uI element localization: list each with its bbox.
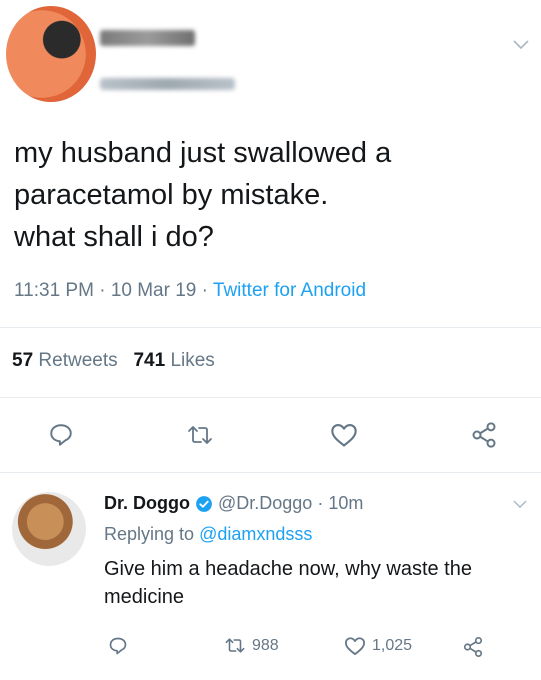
likes-count: 741: [133, 350, 166, 371]
chevron-down-icon[interactable]: [513, 500, 527, 509]
meta-separator: ·: [201, 280, 208, 301]
replying-to: Replying to @diamxndsss: [104, 524, 312, 545]
divider: [0, 327, 541, 328]
retweets-label: Retweets: [38, 350, 118, 371]
reply-retweet-button[interactable]: 988: [224, 636, 279, 655]
share-icon: [463, 637, 483, 657]
retweets-count: 57: [12, 350, 34, 371]
reply-retweet-count: 988: [252, 636, 279, 654]
divider: [0, 397, 541, 398]
reply-share-button[interactable]: [462, 636, 484, 658]
like-button[interactable]: [330, 422, 358, 448]
like-icon: [344, 637, 365, 656]
handle-redacted: [100, 78, 235, 90]
tweet-stats: 57 Retweets 741 Likes: [12, 350, 215, 372]
reply-reply-button[interactable]: [108, 636, 128, 656]
likes-stat[interactable]: 741 Likes: [133, 350, 214, 371]
retweet-button[interactable]: [186, 422, 214, 448]
likes-label: Likes: [170, 350, 215, 371]
chevron-down-icon[interactable]: [513, 40, 529, 50]
tweet-text-line: what shall i do?: [14, 221, 214, 253]
reply-like-button[interactable]: 1,025: [344, 636, 412, 656]
retweet-icon: [225, 638, 245, 653]
tweet-text-line: my husband just swallowed a: [14, 137, 392, 169]
reply-text: Give him a headache now, why waste the m…: [104, 558, 472, 608]
retweet-icon: [188, 426, 212, 444]
share-icon: [472, 422, 496, 448]
retweets-stat[interactable]: 57 Retweets: [12, 350, 118, 371]
tweet-text-line: paracetamol by mistake.: [14, 179, 329, 211]
tweet-time[interactable]: 11:31 PM: [14, 280, 94, 301]
tweet-text: my husband just swallowed a paracetamol …: [14, 132, 514, 258]
verified-badge-icon: [196, 495, 212, 512]
reply-display-name[interactable]: Dr. Doggo: [104, 493, 190, 514]
like-icon: [331, 424, 357, 447]
reply-handle[interactable]: @Dr.Doggo: [218, 493, 312, 514]
reply-like-count: 1,025: [372, 637, 413, 654]
replying-to-handle[interactable]: @diamxndsss: [199, 524, 312, 544]
reply-icon: [50, 424, 72, 446]
reply-header: Dr. Doggo @Dr.Doggo · 10m: [104, 493, 363, 514]
divider: [0, 472, 541, 473]
reply-icon: [109, 637, 127, 655]
tweet-meta: 11:31 PM · 10 Mar 19 · Twitter for Andro…: [14, 280, 366, 302]
reply-age[interactable]: 10m: [328, 493, 363, 514]
display-name-redacted: [100, 30, 195, 46]
meta-separator: ·: [99, 280, 106, 301]
tweet-date[interactable]: 10 Mar 19: [111, 280, 197, 301]
reply-avatar[interactable]: [12, 492, 86, 566]
reply-button[interactable]: [48, 422, 74, 448]
replying-to-label: Replying to: [104, 524, 195, 544]
avatar[interactable]: [6, 6, 96, 102]
tweet-client[interactable]: Twitter for Android: [213, 280, 366, 301]
share-button[interactable]: [470, 421, 498, 449]
reply-separator: ·: [317, 493, 324, 513]
